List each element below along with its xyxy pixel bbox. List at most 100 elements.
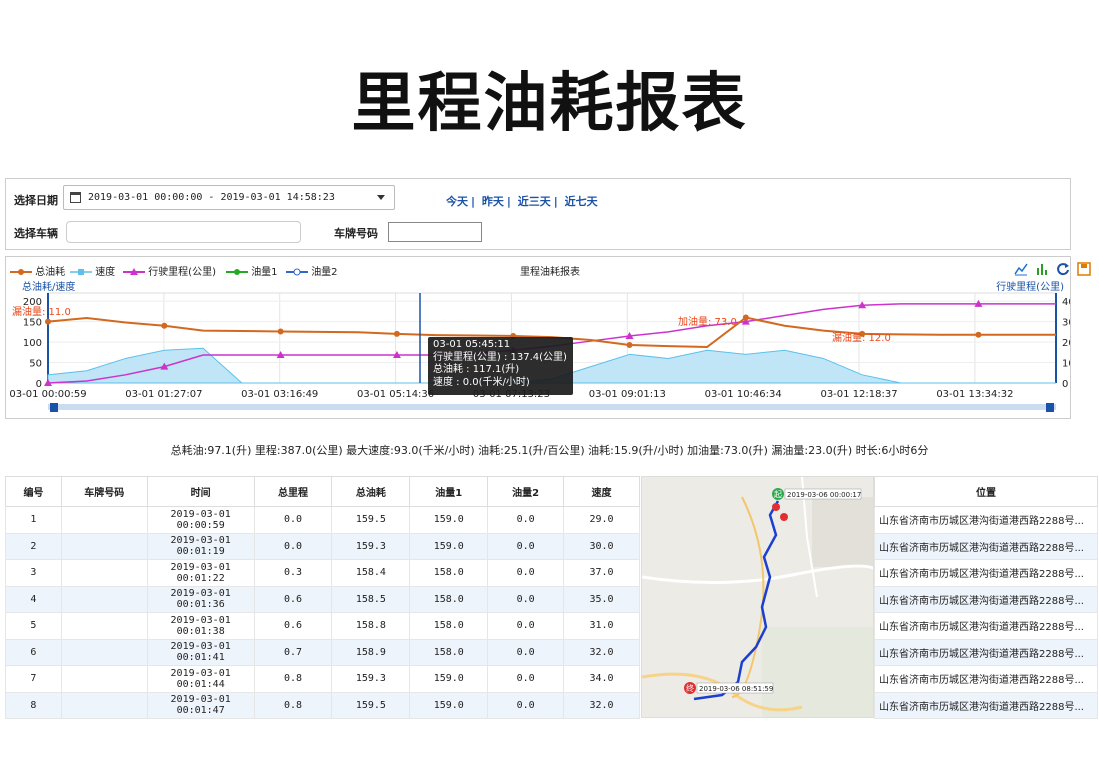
table-row[interactable]: 5 2019-03-01 00:01:38 0.6 158.8 158.0 0.0 31.0 xyxy=(5,612,640,640)
tooltip-fuel: 总油耗 : 117.1(升) xyxy=(433,364,520,375)
location-row[interactable]: 山东省济南市历城区港沟街道港西路2288号... xyxy=(874,585,1098,613)
table-cell: 29.0 xyxy=(563,506,640,534)
col-header[interactable]: 油量1 xyxy=(409,476,489,507)
y-tick-label: 100 xyxy=(23,338,42,349)
table-cell: 32.0 xyxy=(563,638,640,666)
data-table: 编号 车牌号码 时间 总里程 总油耗 油量1 油量2 速度 1 2019-03-0… xyxy=(5,476,640,719)
table-cell: 159.3 xyxy=(331,532,411,560)
table-row[interactable]: 3 2019-03-01 00:01:22 0.3 158.4 158.0 0.0 37.0 xyxy=(5,559,640,587)
col-header[interactable]: 车牌号码 xyxy=(60,476,148,507)
x-tick-label: 03-01 12:18:37 xyxy=(820,389,897,400)
end-time-label: 2019-03-06 08:51:59 xyxy=(699,685,773,693)
quick-seven-days[interactable]: 近七天 xyxy=(565,195,598,208)
plate-input[interactable] xyxy=(388,222,482,242)
table-cell: 6 xyxy=(5,638,62,666)
table-cell: 159.0 xyxy=(409,532,489,560)
scroll-handle-left xyxy=(50,403,58,412)
table-cell xyxy=(60,585,148,613)
location-row[interactable]: 山东省济南市历城区港沟街道港西路2288号... xyxy=(874,691,1098,719)
table-cell: 159.0 xyxy=(409,691,489,719)
table-cell: 0.0 xyxy=(253,506,333,534)
stop-marker-icon xyxy=(780,513,788,521)
fuel-total-point xyxy=(161,322,168,329)
col-header[interactable]: 油量2 xyxy=(487,476,565,507)
table-row[interactable]: 1 2019-03-01 00:00:59 0.0 159.5 159.0 0.0 29.0 xyxy=(5,506,640,534)
table-cell: 159.0 xyxy=(409,506,489,534)
table-cell xyxy=(60,665,148,693)
col-header[interactable]: 总油耗 xyxy=(331,476,411,507)
quick-today[interactable]: 今天 xyxy=(446,195,468,208)
quick-three-days[interactable]: 近三天 xyxy=(518,195,551,208)
table-row[interactable]: 4 2019-03-01 00:01:36 0.6 158.5 158.0 0.0 35.0 xyxy=(5,585,640,613)
fuel-total-point xyxy=(277,328,284,335)
x-tick-label: 03-01 09:01:13 xyxy=(589,389,666,400)
plate-label: 车牌号码 xyxy=(334,227,378,240)
table-cell: 0.0 xyxy=(487,691,565,719)
page-title: 里程油耗报表 xyxy=(351,66,748,141)
track-map[interactable]: 起 2019-03-06 00:00:17 终 2019-03-06 08:51… xyxy=(641,476,874,718)
table-cell: 159.5 xyxy=(331,691,411,719)
table-cell: 0.3 xyxy=(253,559,333,587)
location-table: 位置 山东省济南市历城区港沟街道港西路2288号... 山东省济南市历城区港沟街道… xyxy=(874,476,1098,719)
table-cell: 2019-03-01 00:00:59 xyxy=(146,506,255,534)
location-row[interactable]: 山东省济南市历城区港沟街道港西路2288号... xyxy=(874,638,1098,666)
y2-tick-label: 0 xyxy=(1062,379,1068,390)
table-cell xyxy=(60,638,148,666)
scroll-handle-right xyxy=(1046,403,1054,412)
bar-chart-icon[interactable] xyxy=(1035,262,1049,276)
table-cell: 158.0 xyxy=(409,559,489,587)
table-cell: 0.8 xyxy=(253,691,333,719)
table-cell: 0.0 xyxy=(487,506,565,534)
table-cell: 4 xyxy=(5,585,62,613)
date-range-picker[interactable]: 2019-03-01 00:00:00 - 2019-03-01 14:58:2… xyxy=(63,185,395,210)
x-tick-label: 03-01 05:14:36 xyxy=(357,389,434,400)
table-cell: 1 xyxy=(5,506,62,534)
location-row[interactable]: 山东省济南市历城区港沟街道港西路2288号... xyxy=(874,532,1098,560)
table-cell: 35.0 xyxy=(563,585,640,613)
location-header[interactable]: 位置 xyxy=(874,476,1098,507)
stop-marker-icon xyxy=(772,503,780,511)
fuel-total-point xyxy=(975,331,982,338)
save-icon[interactable] xyxy=(1077,262,1091,276)
quick-yesterday[interactable]: 昨天 xyxy=(482,195,504,208)
location-cell: 山东省济南市历城区港沟街道港西路2288号... xyxy=(874,506,1098,534)
start-time-label: 2019-03-06 00:00:17 xyxy=(787,491,861,499)
line-chart-icon[interactable] xyxy=(1014,262,1028,276)
map-canvas[interactable]: 起 2019-03-06 00:00:17 终 2019-03-06 08:51… xyxy=(642,477,874,718)
location-cell: 山东省济南市历城区港沟街道港西路2288号... xyxy=(874,665,1098,693)
col-header[interactable]: 时间 xyxy=(146,476,255,507)
location-row[interactable]: 山东省济南市历城区港沟街道港西路2288号... xyxy=(874,612,1098,640)
table-cell: 0.0 xyxy=(487,665,565,693)
table-cell: 158.0 xyxy=(409,585,489,613)
tooltip-speed: 速度 : 0.0(千米/小时) xyxy=(433,376,530,388)
location-cell: 山东省济南市历城区港沟街道港西路2288号... xyxy=(874,612,1098,640)
col-header[interactable]: 速度 xyxy=(563,476,640,507)
table-cell: 158.5 xyxy=(331,585,411,613)
location-row[interactable]: 山东省济南市历城区港沟街道港西路2288号... xyxy=(874,506,1098,534)
col-header[interactable]: 编号 xyxy=(5,476,62,507)
location-row[interactable]: 山东省济南市历城区港沟街道港西路2288号... xyxy=(874,665,1098,693)
table-cell: 2019-03-01 00:01:22 xyxy=(146,559,255,587)
table-row[interactable]: 7 2019-03-01 00:01:44 0.8 159.3 159.0 0.0 34.0 xyxy=(5,665,640,693)
chart-annotation: 加油量: 73.0 xyxy=(678,315,737,328)
table-cell: 30.0 xyxy=(563,532,640,560)
table-row[interactable]: 2 2019-03-01 00:01:19 0.0 159.3 159.0 0.0 30.0 xyxy=(5,532,640,560)
table-cell: 2019-03-01 00:01:38 xyxy=(146,612,255,640)
table-header-row: 编号 车牌号码 时间 总里程 总油耗 油量1 油量2 速度 xyxy=(5,476,640,507)
date-range-value: 2019-03-01 00:00:00 - 2019-03-01 14:58:2… xyxy=(88,192,335,203)
vehicle-select[interactable] xyxy=(66,221,301,243)
location-cell: 山东省济南市历城区港沟街道港西路2288号... xyxy=(874,559,1098,587)
refresh-icon[interactable] xyxy=(1056,262,1070,276)
table-cell: 2 xyxy=(5,532,62,560)
table-row[interactable]: 6 2019-03-01 00:01:41 0.7 158.9 158.0 0.0 32.0 xyxy=(5,638,640,666)
col-header[interactable]: 总里程 xyxy=(253,476,333,507)
chevron-down-icon[interactable] xyxy=(377,195,385,200)
table-cell: 34.0 xyxy=(563,665,640,693)
table-cell: 0.6 xyxy=(253,612,333,640)
table-cell xyxy=(60,691,148,719)
table-row[interactable]: 8 2019-03-01 00:01:47 0.8 159.5 159.0 0.0 32.0 xyxy=(5,691,640,719)
table-cell: 158.9 xyxy=(331,638,411,666)
location-row[interactable]: 山东省济南市历城区港沟街道港西路2288号... xyxy=(874,559,1098,587)
table-cell: 8 xyxy=(5,691,62,719)
chart-annotation: 漏油量: 11.0 xyxy=(12,305,71,318)
